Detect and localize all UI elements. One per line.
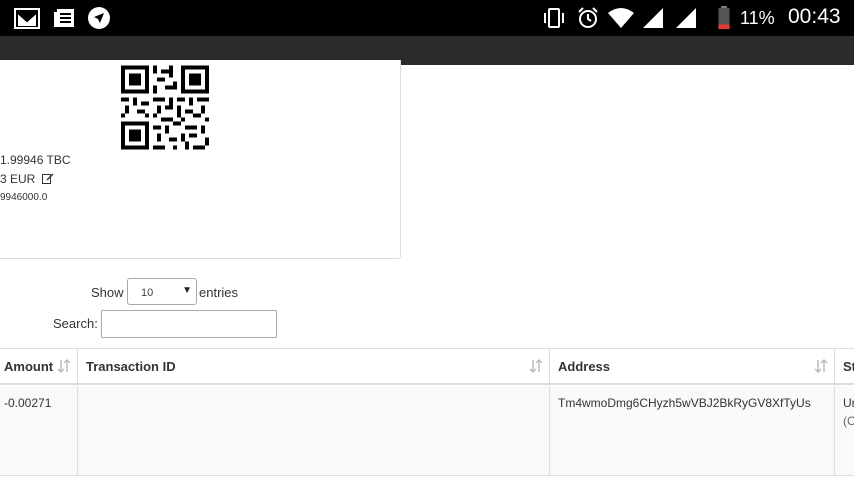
signal-icon [676, 8, 696, 28]
battery-percent: 11% [740, 8, 775, 28]
chevron-down-icon: ▼ [182, 285, 192, 296]
balance-tbc: 1.99946 TBC [0, 153, 71, 167]
edit-icon[interactable] [41, 172, 54, 184]
transactions-table: Amount Transaction ID Address St -0.0027… [0, 348, 854, 480]
column-header-amount[interactable]: Amount [0, 349, 78, 383]
table-header: Amount Transaction ID Address St [0, 349, 854, 385]
status-bar: 11% 00:43 [0, 0, 854, 36]
status-sub-value: (C [843, 414, 854, 428]
column-header-label: St [843, 359, 854, 374]
table-row[interactable]: -0.00271 Tm4wmoDmg6CHyzh5wVBJ2BkRyGV8XfT… [0, 386, 854, 476]
balance-eur: 3 EUR [0, 172, 36, 186]
cell-address: Tm4wmoDmg6CHyzh5wVBJ2BkRyGV8XfTyUs [550, 386, 835, 476]
qr-code-image [121, 65, 209, 150]
search-input[interactable] [101, 310, 277, 338]
news-icon [54, 9, 74, 27]
show-label: Show [91, 285, 124, 300]
gmail-icon [14, 8, 40, 29]
amount-value: -0.00271 [4, 396, 52, 410]
wifi-icon [608, 8, 634, 28]
column-header-status[interactable]: St [835, 349, 854, 383]
balance-eur-row: 3 EUR [0, 172, 54, 186]
sort-icon [529, 358, 543, 374]
column-header-address[interactable]: Address [550, 349, 835, 383]
sort-icon [814, 358, 828, 374]
entries-label: entries [199, 285, 239, 300]
status-value: Ur [843, 396, 854, 410]
clock-time: 00:43 [788, 5, 841, 28]
column-header-label: Transaction ID [86, 359, 176, 374]
column-header-transaction-id[interactable]: Transaction ID [78, 349, 550, 383]
send-icon [88, 7, 110, 29]
column-header-label: Amount [4, 359, 54, 374]
search-label: Search: [53, 316, 98, 331]
cell-status: Ur (C [835, 386, 854, 476]
address-value: Tm4wmoDmg6CHyzh5wVBJ2BkRyGV8XfTyUs [558, 396, 811, 410]
entries-select[interactable]: 10 ▼ [127, 278, 197, 305]
cell-transaction-id [78, 386, 550, 476]
signal-icon [643, 8, 663, 28]
vibrate-icon [544, 8, 564, 28]
balance-raw: 9946000.0 [0, 192, 48, 203]
alarm-icon [578, 7, 598, 28]
entries-select-value: 10 [141, 287, 154, 299]
column-header-label: Address [558, 359, 611, 374]
sort-icon [57, 358, 71, 374]
battery-low-icon [718, 6, 730, 30]
cell-amount: -0.00271 [0, 386, 78, 476]
